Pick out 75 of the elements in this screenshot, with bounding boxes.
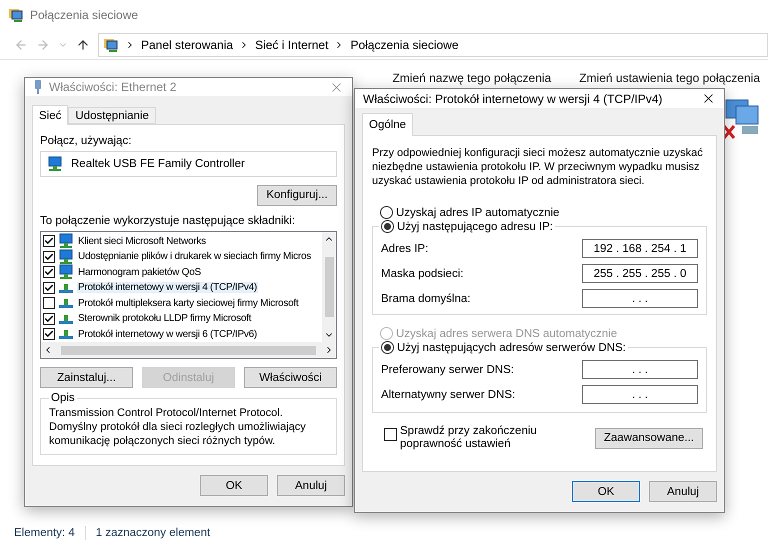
checkbox[interactable] <box>43 297 55 310</box>
radio-label: Użyj następujących adresów serwerów DNS: <box>397 342 626 354</box>
ip-address-field[interactable]: . . . <box>582 289 698 308</box>
selection-count: 1 zaznaczony element <box>96 527 210 539</box>
dialog-button[interactable]: Anuluj <box>277 475 345 496</box>
field-label: Preferowany serwer DNS: <box>381 364 514 376</box>
breadcrumb-item[interactable]: Sieć i Internet <box>255 38 328 52</box>
action-button[interactable]: Zainstaluj... <box>40 367 133 388</box>
network-folder-icon <box>8 7 24 23</box>
breadcrumb-item[interactable]: Panel sterowania <box>141 38 234 52</box>
field-label: Brama domyślna: <box>381 292 470 304</box>
toolbar-item[interactable]: Zmień nazwę tego połączenia <box>392 71 552 85</box>
dialog-title: Właściwości: Protokół internetowy w wersji 4 (TCP/IPv4) <box>363 92 664 106</box>
dialog-button[interactable]: Anuluj <box>649 481 717 502</box>
radio-button[interactable] <box>381 341 394 354</box>
window-title: Połączenia sieciowe <box>30 8 138 22</box>
radio-label: Użyj następującego adresu IP: <box>397 220 553 232</box>
horizontal-scrollbar[interactable] <box>41 342 336 358</box>
ip-address-field[interactable]: . . . <box>582 360 698 379</box>
radio-label: Uzyskaj adres IP automatycznie <box>396 206 560 218</box>
protocol-icon <box>58 328 74 340</box>
tab[interactable]: Ogólne <box>362 113 414 136</box>
tab[interactable]: Udostępnianie <box>68 107 156 124</box>
checkbox[interactable] <box>43 266 55 278</box>
dialog-button[interactable]: OK <box>200 475 268 496</box>
monitor-icon <box>58 233 74 250</box>
dialog-button[interactable]: OK <box>572 481 640 502</box>
tab[interactable]: Sieć <box>32 105 68 125</box>
address-bar[interactable]: Panel sterowania Sieć i Internet Połączenia sieciowe <box>98 32 768 56</box>
protocol-icon <box>58 312 74 325</box>
network-adapter-icon <box>47 156 63 172</box>
ip-address-field[interactable]: . . . <box>582 385 698 404</box>
action-button[interactable]: Właściwości <box>244 367 337 388</box>
field-label: Maska podsieci: <box>381 268 464 280</box>
field-label: Adres IP: <box>381 242 428 254</box>
toolbar-item[interactable]: Zmień ustawienia tego połączenia <box>579 71 760 85</box>
group-title: Opis <box>50 392 76 404</box>
up-icon[interactable] <box>76 38 90 52</box>
protocol-icon <box>58 282 74 294</box>
adapter-name: Realtek USB FE Family Controller <box>71 158 245 170</box>
configure-button[interactable]: Konfiguruj... <box>257 184 337 206</box>
radio-button[interactable] <box>380 206 393 219</box>
component-item[interactable]: Protokół internetowy w wersji 4 (TCP/IPv4) <box>77 282 258 294</box>
checkbox[interactable] <box>43 312 55 325</box>
checkbox[interactable] <box>43 282 55 294</box>
checkbox[interactable] <box>43 328 55 340</box>
dialog-title: Właściwości: Ethernet 2 <box>49 80 178 94</box>
network-folder-icon <box>103 36 119 52</box>
checkbox[interactable] <box>384 428 397 441</box>
item-count: Elementy: 4 <box>14 527 75 539</box>
protocol-icon <box>58 297 74 310</box>
ip-address-field[interactable]: 192 . 168 . 254 . 1 <box>582 239 698 258</box>
component-item[interactable]: Klient sieci Microsoft Networks <box>77 236 207 247</box>
monitor-icon <box>58 248 74 265</box>
ip-address-field[interactable]: 255 . 255 . 255 . 0 <box>582 264 698 283</box>
checkbox-label: Sprawdź przy zakończeniu poprawność ustawień <box>400 425 538 451</box>
advanced-button[interactable]: Zaawansowane... <box>594 428 703 448</box>
component-item[interactable]: Sterownik protokołu LLDP firmy Microsoft <box>77 313 252 324</box>
radio-label: Uzyskaj adres serwera DNS automatycznie <box>396 328 618 340</box>
component-item[interactable]: Protokół multipleksera karty sieciowej firmy Microsoft <box>77 298 300 309</box>
connect-label: Połącz, używając: <box>40 135 132 147</box>
field-label: Alternatywny serwer DNS: <box>381 388 516 400</box>
plug-icon <box>33 79 43 95</box>
radio-button[interactable] <box>381 220 394 233</box>
checkbox[interactable] <box>43 235 55 248</box>
breadcrumb-item[interactable]: Połączenia sieciowe <box>350 38 458 52</box>
intro-text: Przy odpowiedniej konfiguracji sieci możesz automatycznie uzyskać niezbędne ustawienia protokołu IP. W przeciwnym wypadku musisz uzyskać ustawienia protokołu IP od administratora sieci. <box>372 146 704 188</box>
vertical-scrollbar[interactable] <box>322 232 336 342</box>
component-item[interactable]: Udostępnianie plików i drukarek w sieciach firmy Micros <box>77 251 312 262</box>
checkbox[interactable] <box>43 250 55 263</box>
monitor-icon <box>58 264 74 280</box>
component-item[interactable]: Protokół internetowy w wersji 6 (TCP/IPv6) <box>77 328 258 340</box>
description-text: Transmission Control Protocol/Internet Protocol. Domyślny protokół dla sieci rozległych umożliwiający komunikację połączonych sieci różnych typów. <box>49 406 307 448</box>
components-label: To połączenie wykorzystuje następujące składniki: <box>40 214 296 226</box>
component-item[interactable]: Harmonogram pakietów QoS <box>77 266 202 278</box>
